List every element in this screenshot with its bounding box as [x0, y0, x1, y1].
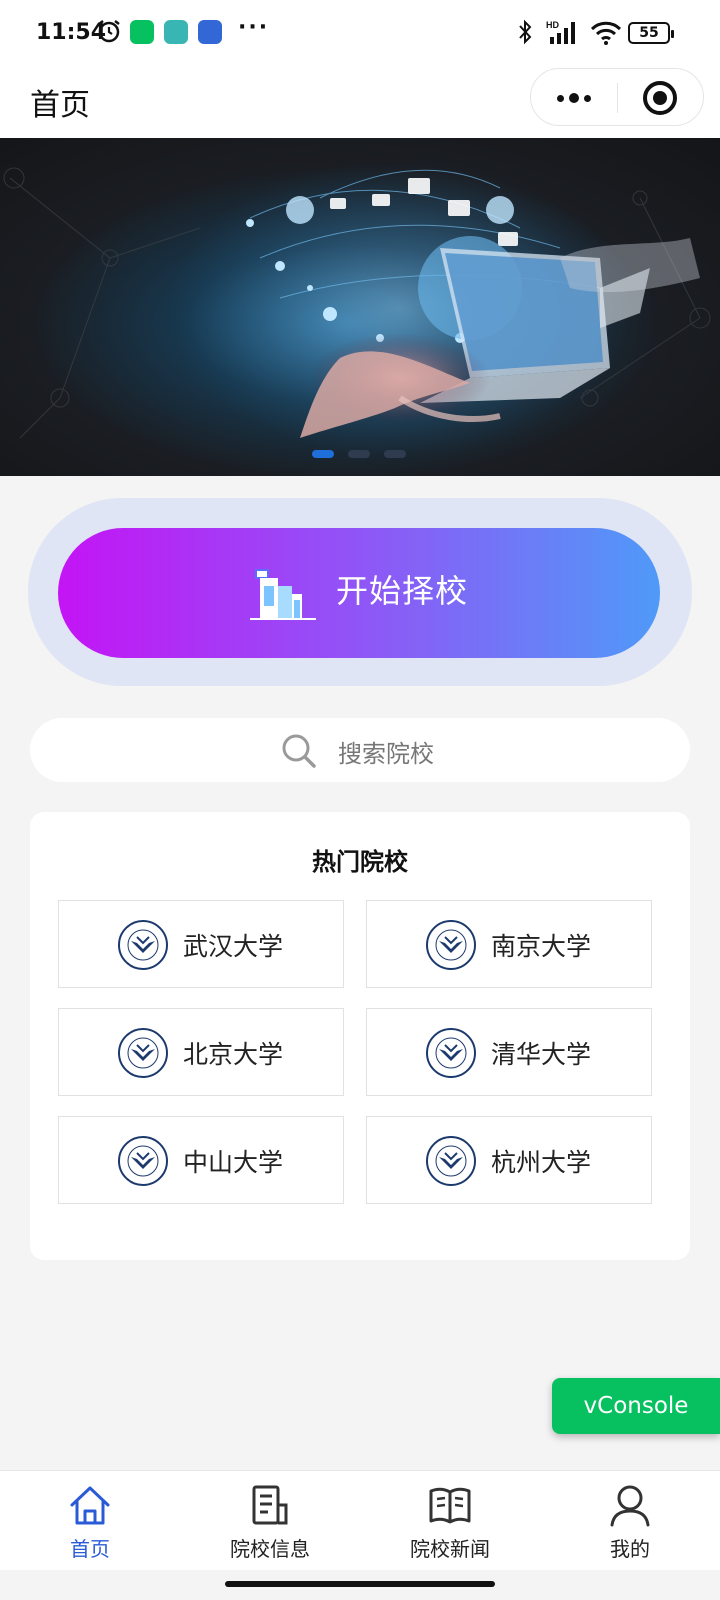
capsule-divider — [617, 83, 618, 113]
hot-schools-title: 热门院校 — [312, 848, 408, 876]
tab-label: 院校新闻 — [410, 1537, 490, 1561]
search-icon — [282, 734, 316, 768]
school-item[interactable]: 南京大学 — [366, 900, 652, 988]
bottom-tab-bar: 首页 院校信息 院校新闻 我的 — [0, 1470, 720, 1570]
tab-profile[interactable]: 我的 — [540, 1471, 720, 1571]
school-name: 杭州大学 — [491, 1148, 592, 1177]
tab-home[interactable]: 首页 — [0, 1471, 180, 1571]
more-notifications-icon: ··· — [238, 15, 270, 40]
school-building-icon — [250, 569, 316, 620]
search-input[interactable]: 搜索院校 — [30, 718, 690, 782]
school-name: 武汉大学 — [183, 932, 284, 961]
document-icon — [252, 1485, 288, 1525]
tab-school-info[interactable]: 院校信息 — [180, 1471, 360, 1571]
school-name: 南京大学 — [491, 932, 592, 961]
signal-icon: HD — [546, 20, 575, 44]
university-logo-icon — [118, 1028, 168, 1078]
university-logo-icon — [118, 920, 168, 970]
tab-label: 我的 — [610, 1537, 650, 1561]
hot-schools-card: 热门院校 武汉大学 南京大学 北京大学 清华大学 中山大学 杭州大学 — [30, 812, 690, 1260]
status-bar: 11:54 ··· HD 55 — [0, 0, 720, 70]
wechat-icon — [130, 20, 154, 44]
start-button-label: 开始择校 — [336, 572, 469, 610]
school-item[interactable]: 杭州大学 — [366, 1116, 652, 1204]
banner-carousel[interactable] — [0, 138, 720, 476]
school-name: 北京大学 — [183, 1040, 284, 1069]
boss-app-icon — [164, 20, 188, 44]
carousel-dot-1[interactable] — [312, 450, 334, 458]
alarm-icon — [98, 20, 120, 43]
network-type-label: HD — [546, 20, 559, 30]
tab-label: 首页 — [70, 1537, 110, 1561]
book-icon — [429, 1487, 471, 1524]
tab-school-news[interactable]: 院校新闻 — [360, 1471, 540, 1571]
school-item[interactable]: 清华大学 — [366, 1008, 652, 1096]
carousel-dot-3[interactable] — [384, 450, 406, 458]
vconsole-button[interactable]: vConsole — [552, 1378, 720, 1434]
university-logo-icon — [118, 1136, 168, 1186]
battery-indicator: 55 — [628, 22, 674, 44]
school-item[interactable]: 武汉大学 — [58, 900, 344, 988]
school-item[interactable]: 北京大学 — [58, 1008, 344, 1096]
search-placeholder: 搜索院校 — [338, 740, 434, 768]
app-notification-icon — [198, 20, 222, 44]
tab-label: 院校信息 — [230, 1537, 310, 1561]
carousel-dot-2[interactable] — [348, 450, 370, 458]
home-icon — [70, 1486, 110, 1525]
navigation-bar: 首页 — [0, 68, 720, 138]
home-indicator[interactable] — [225, 1581, 495, 1587]
close-miniprogram-button[interactable] — [643, 81, 677, 115]
wifi-icon — [590, 21, 622, 45]
university-logo-icon — [426, 920, 476, 970]
more-menu-button[interactable] — [531, 69, 617, 127]
school-name: 中山大学 — [183, 1148, 284, 1177]
bluetooth-icon — [519, 19, 532, 45]
banner-image — [3, 158, 711, 458]
school-name: 清华大学 — [491, 1040, 592, 1069]
start-school-selection-button[interactable]: 开始择校 — [58, 528, 660, 658]
user-icon — [610, 1485, 650, 1527]
university-logo-icon — [426, 1136, 476, 1186]
school-item[interactable]: 中山大学 — [58, 1116, 344, 1204]
university-logo-icon — [426, 1028, 476, 1078]
page-title: 首页 — [30, 88, 90, 123]
mini-program-capsule — [530, 68, 704, 126]
